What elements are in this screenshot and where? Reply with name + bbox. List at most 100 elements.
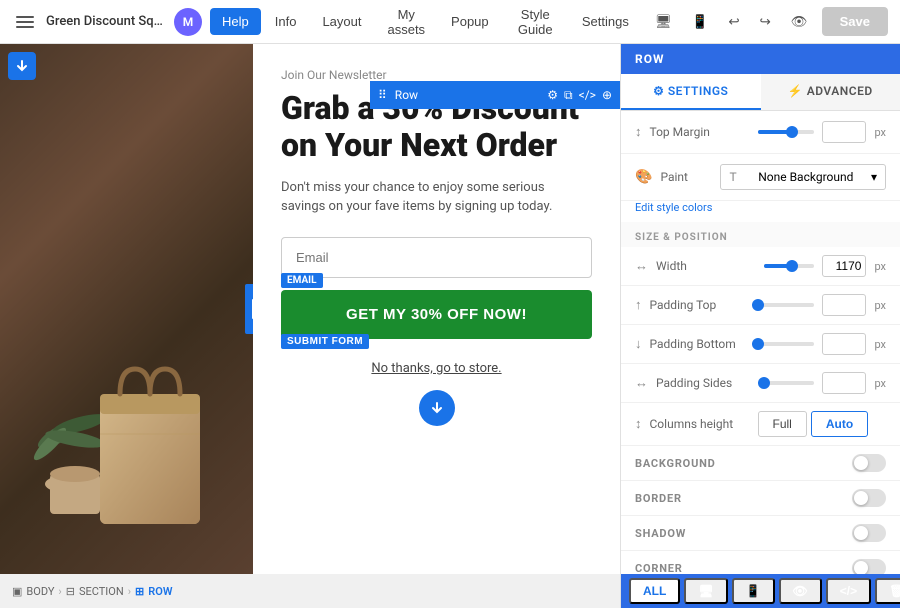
section-icon: ⊟ [66,585,75,598]
padding-top-input[interactable] [822,294,866,316]
topbar-nav: Help Info Layout My assets Popup Style G… [210,1,641,43]
canvas-content: Join Our Newsletter Grab a 30% Discount … [0,44,620,574]
bot-tab-all[interactable]: ALL [629,578,680,604]
nav-info[interactable]: Info [263,8,309,35]
columns-height-auto[interactable]: Auto [811,411,868,437]
panel-body: ↕ Top Margin px 🎨 Paint T None Backgroun… [621,111,900,574]
site-name[interactable]: Green Discount Squee... [46,14,166,29]
canvas-area: ⠿ Row ⚙ ⧉ </> ⊕ [0,44,620,574]
bot-tab-mobile[interactable]: 📱 [732,578,775,604]
edit-style-link[interactable]: Edit style colors [621,201,900,222]
nav-settings[interactable]: Settings [570,8,641,35]
section-label: SECTION [79,585,124,598]
padding-sides-row: ↔ Padding Sides px [621,364,900,403]
blue-circle-btn[interactable] [419,390,455,426]
shadow-toggle[interactable] [852,524,886,542]
right-panel: ROW ⚙ SETTINGS ⚡ ADVANCED ↕ Top Margin [620,44,900,574]
submit-badge: SUBMIT FORM [281,334,369,349]
corner-label: CORNER [635,562,844,575]
bot-tab-delete[interactable]: 🗑 [875,578,900,604]
advanced-icon: ⚡ [788,84,807,98]
breadcrumb-section[interactable]: ⊟ SECTION [66,585,124,598]
breadcrumb-body[interactable]: ▣ BODY [12,585,54,598]
topbar-right: 🖥 📱 ↩ ↪ 👁 Save [649,7,888,36]
columns-height-row: ↕ Columns height Full Auto [621,403,900,446]
columns-height-label: Columns height [650,417,750,431]
content-panel: Join Our Newsletter Grab a 30% Discount … [253,44,620,574]
email-input[interactable] [281,237,592,278]
width-input[interactable] [822,255,866,277]
top-margin-input[interactable] [822,121,866,143]
bot-tab-preview[interactable]: 👁 [779,578,822,604]
paint-font-icon: T [729,170,736,184]
padding-bottom-input[interactable] [822,333,866,355]
row-duplicate-icon[interactable]: ⧉ [564,88,573,103]
top-margin-row: ↕ Top Margin px [621,111,900,154]
padding-top-unit: px [874,299,886,312]
row-toolbar-icons: ⚙ ⧉ </> ⊕ [547,88,612,103]
preview-btn[interactable]: 👁 [785,10,814,34]
nav-popup[interactable]: Popup [439,8,501,35]
paint-label: Paint [660,170,712,184]
top-margin-icon: ↕ [635,124,642,140]
padding-top-label: Padding Top [650,298,750,312]
top-margin-slider[interactable] [758,130,815,134]
breadcrumb-row[interactable]: ⊞ ROW [135,585,172,598]
hamburger-menu[interactable] [12,12,38,32]
padding-sides-slider[interactable] [764,381,814,385]
corner-toggle[interactable] [852,559,886,574]
mobile-icon-btn[interactable]: 📱 [686,10,715,34]
row-settings-icon[interactable]: ⚙ [547,88,558,103]
nav-help[interactable]: Help [210,8,261,35]
nav-myassets[interactable]: My assets [375,1,437,43]
row-more-icon[interactable]: ⊕ [602,88,612,103]
shopping-bag-illustration [30,214,210,554]
padding-bottom-slider[interactable] [758,342,815,346]
width-slider[interactable] [764,264,814,268]
padding-sides-input[interactable] [822,372,866,394]
bot-tab-desktop[interactable]: 🖥 [684,578,727,604]
columns-height-buttons: Full Auto [758,411,869,437]
shadow-label: SHADOW [635,527,844,540]
corner-toggle-knob [854,561,868,574]
background-toggle-knob [854,456,868,470]
paint-dropdown[interactable]: T None Background ▾ [720,164,886,190]
undo-btn[interactable]: ↩ [722,10,745,34]
avatar[interactable]: M [174,8,202,36]
down-arrow-btn[interactable] [8,52,36,80]
border-toggle[interactable] [852,489,886,507]
redo-btn[interactable]: ↪ [754,10,777,34]
row-label: Row [395,88,418,102]
breadcrumb-sep-1: › [58,585,61,598]
background-label: BACKGROUND [635,457,844,470]
desktop-icon-btn[interactable]: 🖥 [649,10,678,34]
bottom-panel-tabs: ALL 🖥 📱 👁 </> 🗑 [621,574,900,608]
left-panel [0,44,253,574]
bottom-left: ▣ BODY › ⊟ SECTION › ⊞ ROW [0,574,620,608]
email-badge: EMAIL [281,273,323,288]
border-toggle-knob [854,491,868,505]
background-toggle[interactable] [852,454,886,472]
no-thanks-link[interactable]: No thanks, go to store. [281,361,592,376]
padding-top-slider[interactable] [758,303,815,307]
bot-tab-code[interactable]: </> [826,578,871,604]
shadow-toggle-knob [854,526,868,540]
save-button[interactable]: Save [822,7,888,36]
newsletter-label: Join Our Newsletter [281,68,592,82]
padding-bottom-unit: px [874,338,886,351]
settings-icon: ⚙ [653,84,668,98]
nav-styleguide[interactable]: Style Guide [503,1,568,43]
top-margin-label: Top Margin [650,125,750,139]
row-code-icon[interactable]: </> [579,88,596,103]
padding-sides-unit: px [874,377,886,390]
tab-advanced[interactable]: ⚡ ADVANCED [761,74,900,110]
nav-layout[interactable]: Layout [310,8,373,35]
row-breadcrumb-label: ROW [148,585,172,598]
cta-button[interactable]: GET MY 30% OFF NOW! SUBMIT FORM [281,290,592,339]
tab-settings[interactable]: ⚙ SETTINGS [621,74,761,110]
columns-height-full[interactable]: Full [758,411,807,437]
padding-bottom-label: Padding Bottom [650,337,750,351]
size-position-header: SIZE & POSITION [621,222,900,247]
chevron-down-icon: ▾ [871,170,877,184]
scroll-indicator[interactable] [245,284,253,334]
